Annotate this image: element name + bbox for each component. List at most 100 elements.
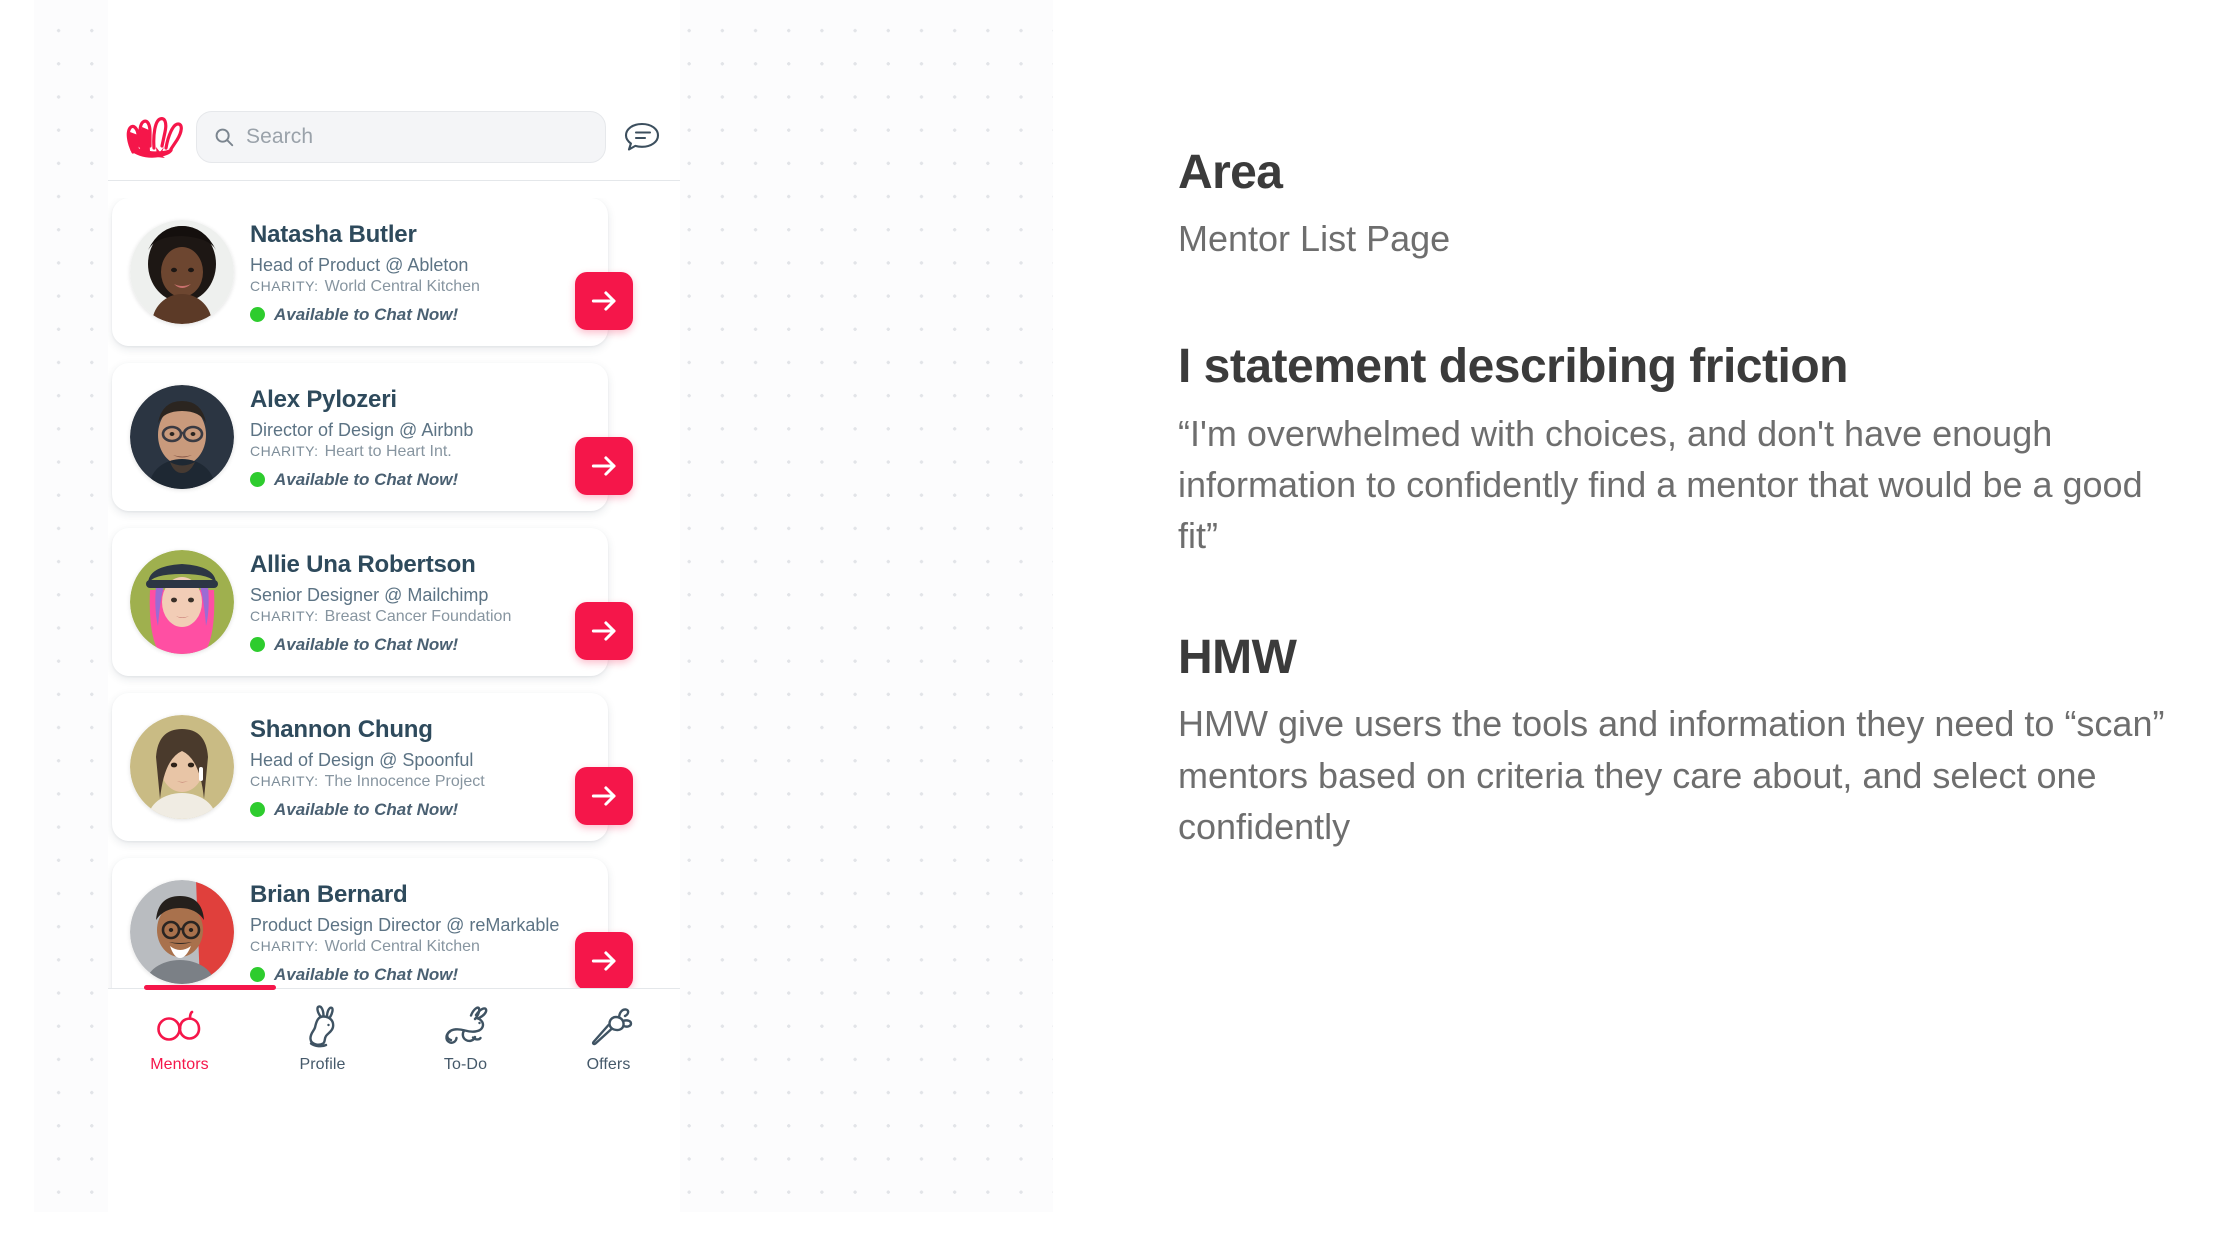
charity-label: CHARITY: xyxy=(250,607,319,624)
mentor-card[interactable]: Brian Bernard Product Design Director @ … xyxy=(112,858,633,988)
arrow-right-icon xyxy=(591,786,616,806)
search-placeholder-text: Search xyxy=(246,125,314,148)
charity-label: CHARITY: xyxy=(250,772,319,789)
arrow-right-icon xyxy=(591,456,616,476)
status-badge: Available to Chat Now! xyxy=(250,635,511,655)
hmw-body: HMW give users the tools and information… xyxy=(1178,703,2165,847)
phone-status-area xyxy=(108,0,680,92)
mentor-card[interactable]: Natasha Butler Head of Product @ Ableton… xyxy=(112,198,633,346)
area-block: Area Mentor List Page xyxy=(1178,146,2188,263)
nav-label: Profile xyxy=(299,1056,346,1073)
friction-block: I statement describing friction “I'm ove… xyxy=(1178,341,2188,561)
search-input[interactable]: Search xyxy=(196,111,606,163)
hmw-heading: HMW xyxy=(1178,630,1297,684)
mentor-name: Alex Pylozeri xyxy=(250,386,397,414)
app-header: Search xyxy=(108,92,680,182)
mentor-role: Director of Design @ Airbnb xyxy=(250,419,474,440)
nav-label: To-Do xyxy=(443,1056,488,1073)
hmw-block: HMW HMW give users the tools and informa… xyxy=(1178,630,2188,852)
mentor-open-button[interactable] xyxy=(575,272,633,330)
friction-body: “I'm overwhelmed with choices, and don't… xyxy=(1178,413,2143,557)
mentor-name: Brian Bernard xyxy=(250,881,408,909)
nav-item-mentors[interactable]: Mentors xyxy=(108,1004,251,1074)
carrot-icon xyxy=(583,1004,635,1050)
mentor-charity: CHARITY: World Central Kitchen xyxy=(250,938,559,956)
avatar xyxy=(130,550,234,654)
nav-label: Offers xyxy=(586,1056,631,1073)
bunny-hand-logo xyxy=(120,106,186,168)
status-text: Available to Chat Now! xyxy=(274,964,459,984)
avatar xyxy=(130,715,234,819)
mentor-charity: CHARITY: Breast Cancer Foundation xyxy=(250,608,511,626)
mentor-role: Head of Product @ Ableton xyxy=(250,254,469,275)
search-icon xyxy=(213,126,235,148)
mentor-role: Product Design Director @ reMarkable xyxy=(250,914,560,935)
mentor-charity: CHARITY: Heart to Heart Int. xyxy=(250,443,473,461)
mentor-card[interactable]: Shannon Chung Head of Design @ Spoonful … xyxy=(112,693,633,841)
mentor-card[interactable]: Allie Una Robertson Senior Designer @ Ma… xyxy=(112,528,633,676)
rabbit-running-icon xyxy=(440,1004,492,1050)
status-text: Available to Chat Now! xyxy=(274,634,459,654)
glasses-icon xyxy=(154,1004,206,1050)
header-divider xyxy=(108,180,680,181)
status-dot-icon xyxy=(250,472,265,488)
status-text: Available to Chat Now! xyxy=(274,799,459,819)
mentor-info: Allie Una Robertson Senior Designer @ Ma… xyxy=(250,549,511,655)
charity-value: Breast Cancer Foundation xyxy=(324,607,512,625)
mentor-open-button[interactable] xyxy=(575,602,633,660)
mentor-info: Brian Bernard Product Design Director @ … xyxy=(250,879,559,985)
mentor-info: Alex Pylozeri Director of Design @ Airbn… xyxy=(250,384,473,490)
nav-item-offers[interactable]: Offers xyxy=(537,1004,680,1074)
rabbit-sitting-icon xyxy=(297,1004,349,1050)
charity-value: World Central Kitchen xyxy=(324,277,480,295)
status-badge: Available to Chat Now! xyxy=(250,470,473,490)
bottom-navigation[interactable]: Mentors Profile To-Do Offers xyxy=(108,985,680,1096)
arrow-right-icon xyxy=(591,291,616,311)
friction-heading: I statement describing friction xyxy=(1178,340,1848,394)
active-tab-indicator xyxy=(144,985,276,990)
status-dot-icon xyxy=(250,307,265,323)
charity-label: CHARITY: xyxy=(250,277,319,294)
mentor-role: Head of Design @ Spoonful xyxy=(250,749,474,770)
mentor-name: Allie Una Robertson xyxy=(250,551,476,579)
screenshot-root: Search Natasha Butler Head of Product @ … xyxy=(0,0,2230,1256)
mentor-role: Senior Designer @ Mailchimp xyxy=(250,584,489,605)
mentor-charity: CHARITY: World Central Kitchen xyxy=(250,278,480,296)
status-dot-icon xyxy=(250,637,265,653)
area-heading: Area xyxy=(1178,146,1283,199)
mentor-info: Natasha Butler Head of Product @ Ableton… xyxy=(250,219,480,325)
status-badge: Available to Chat Now! xyxy=(250,800,485,820)
nav-item-todo[interactable]: To-Do xyxy=(394,1004,537,1074)
mentor-list[interactable]: Natasha Butler Head of Product @ Ableton… xyxy=(108,198,680,988)
charity-label: CHARITY: xyxy=(250,442,319,459)
status-badge: Available to Chat Now! xyxy=(250,965,559,985)
status-text: Available to Chat Now! xyxy=(274,304,459,324)
mentor-charity: CHARITY: The Innocence Project xyxy=(250,773,485,791)
charity-label: CHARITY: xyxy=(250,937,319,954)
avatar xyxy=(130,220,234,324)
mentor-name: Shannon Chung xyxy=(250,716,433,744)
charity-value: Heart to Heart Int. xyxy=(324,442,452,460)
avatar xyxy=(130,880,234,984)
charity-value: The Innocence Project xyxy=(324,772,485,790)
notes-panel: Area Mentor List Page I statement descri… xyxy=(1178,0,2188,1256)
arrow-right-icon xyxy=(591,621,616,641)
nav-label: Mentors xyxy=(150,1056,209,1073)
phone-mockup: Search Natasha Butler Head of Product @ … xyxy=(108,0,680,1212)
mentor-info: Shannon Chung Head of Design @ Spoonful … xyxy=(250,714,485,820)
mentor-open-button[interactable] xyxy=(575,767,633,825)
charity-value: World Central Kitchen xyxy=(324,937,480,955)
status-badge: Available to Chat Now! xyxy=(250,305,480,325)
status-dot-icon xyxy=(250,802,265,818)
avatar xyxy=(130,385,234,489)
mentor-name: Natasha Butler xyxy=(250,221,417,249)
mentor-open-button[interactable] xyxy=(575,932,633,988)
mentor-open-button[interactable] xyxy=(575,437,633,495)
status-dot-icon xyxy=(250,967,265,983)
chat-bubble-icon[interactable] xyxy=(622,117,662,157)
mentor-card[interactable]: Alex Pylozeri Director of Design @ Airbn… xyxy=(112,363,633,511)
status-text: Available to Chat Now! xyxy=(274,469,459,489)
nav-item-profile[interactable]: Profile xyxy=(251,1004,394,1074)
